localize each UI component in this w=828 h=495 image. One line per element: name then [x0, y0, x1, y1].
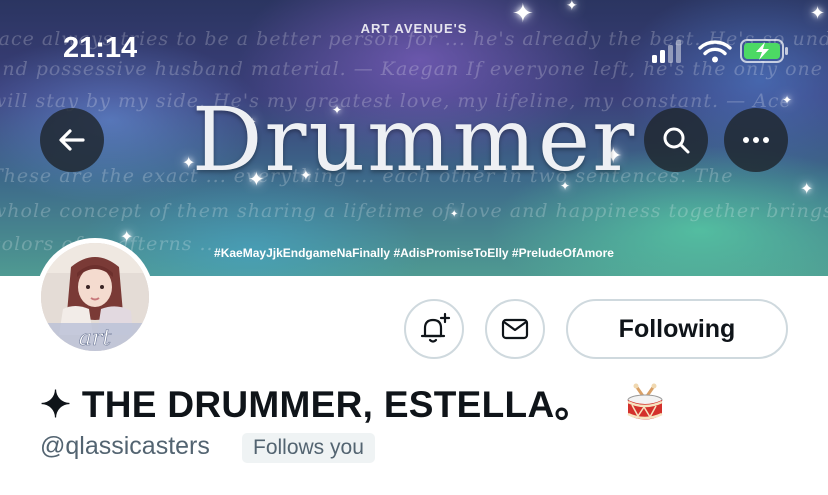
drum-emoji-icon: [624, 382, 666, 433]
display-name: ✦ THE DRUMMER, ESTELLA。: [40, 374, 666, 433]
sparkle-icon: ✦: [810, 3, 826, 23]
profile-avatar[interactable]: art: [36, 238, 154, 356]
signal-wifi-battery-icon: [652, 39, 788, 63]
search-icon: [663, 127, 690, 154]
search-button[interactable]: [644, 108, 708, 172]
more-options-button[interactable]: [724, 108, 788, 172]
bell-plus-icon: [420, 312, 451, 343]
profile-handle: @qlassicasters: [40, 432, 210, 460]
svg-text:art: art: [79, 326, 112, 351]
sparkle-icon: ✦: [450, 209, 459, 220]
follows-you-badge: Follows you: [242, 433, 375, 463]
sparkle-icon: ✦: [566, 0, 578, 13]
notifications-button[interactable]: [404, 299, 464, 359]
back-button[interactable]: [40, 108, 104, 172]
status-icons: [652, 38, 792, 64]
avatar-image: art: [41, 243, 149, 351]
status-time: 21:14: [63, 32, 138, 64]
following-button[interactable]: Following: [566, 299, 788, 359]
message-button[interactable]: [485, 299, 545, 359]
display-name-text: ✦ THE DRUMMER, ESTELLA。: [40, 384, 592, 425]
more-icon: [743, 137, 769, 143]
banner-script-line: whole concept of them sharing a lifetime…: [0, 200, 828, 222]
back-arrow-icon: [59, 129, 85, 151]
envelope-icon: [501, 318, 529, 340]
